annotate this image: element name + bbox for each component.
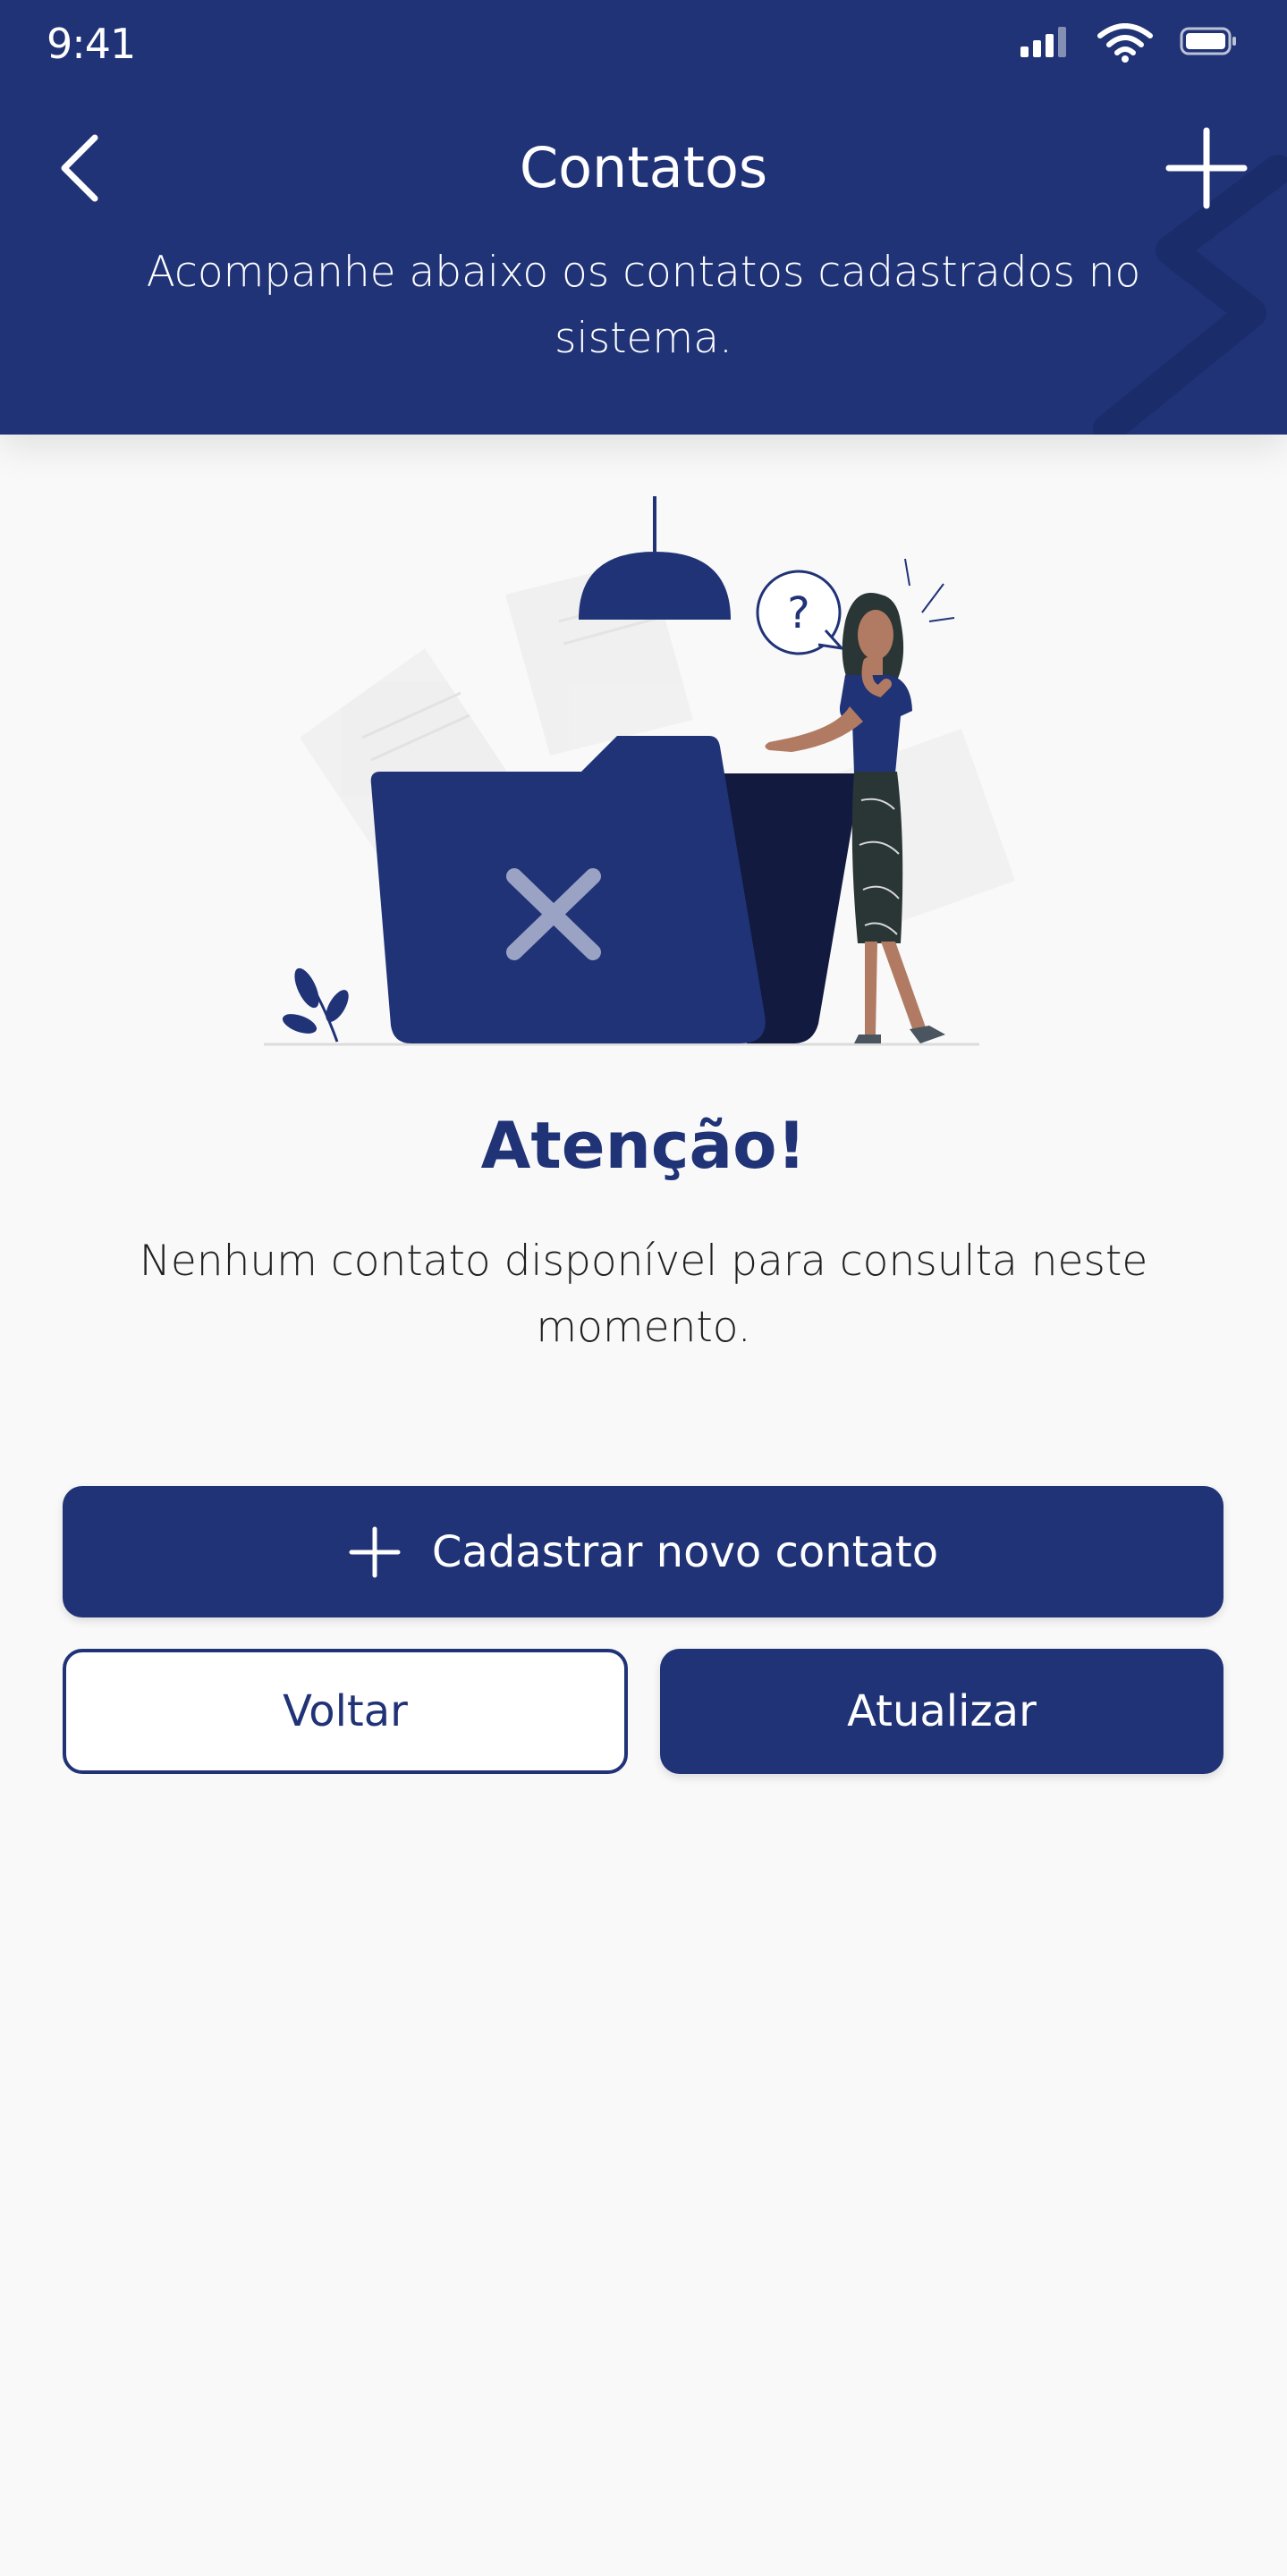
svg-text:?: ? xyxy=(787,588,809,638)
chevron-left-icon xyxy=(61,134,98,202)
wifi-icon xyxy=(1097,23,1153,63)
register-contact-label: Cadastrar novo contato xyxy=(431,1526,939,1577)
battery-icon xyxy=(1180,27,1236,55)
plus-icon xyxy=(349,1526,401,1577)
empty-folder-illustration: ? xyxy=(264,496,1015,1046)
status-time: 9:41 xyxy=(47,20,136,68)
back-action-button[interactable]: Voltar xyxy=(63,1649,628,1774)
add-contact-button[interactable] xyxy=(1153,114,1260,222)
empty-state-title: Atenção! xyxy=(480,1108,807,1183)
app-header: 9:41 Contatos Acompanhe abaixo os contat… xyxy=(0,0,1287,435)
signal-icon xyxy=(1020,27,1066,57)
refresh-label: Atualizar xyxy=(847,1686,1037,1736)
page-title: Contatos xyxy=(519,135,768,200)
plus-icon xyxy=(1165,127,1248,209)
register-contact-button[interactable]: Cadastrar novo contato xyxy=(63,1486,1223,1617)
refresh-button[interactable]: Atualizar xyxy=(660,1649,1223,1774)
back-action-label: Voltar xyxy=(283,1686,408,1736)
page-subtitle: Acompanhe abaixo os contatos cadastrados… xyxy=(146,248,1141,363)
back-button[interactable] xyxy=(27,118,134,225)
empty-state-message: Nenhum contato disponível para consulta … xyxy=(139,1237,1148,1352)
status-icons xyxy=(1019,23,1242,66)
